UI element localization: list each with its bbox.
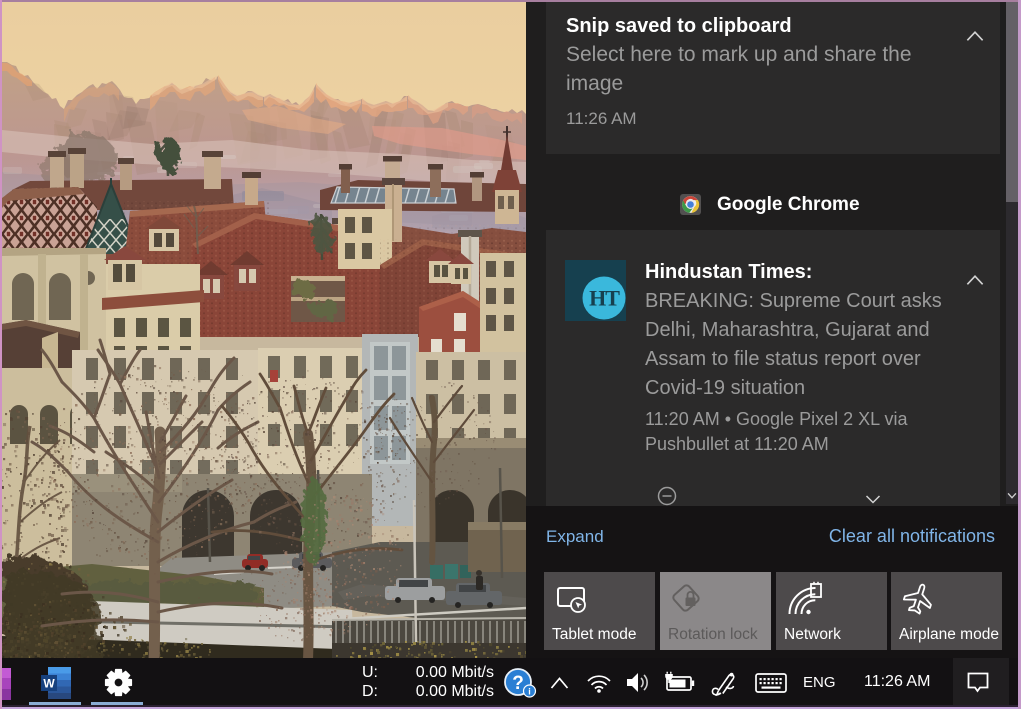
svg-text:i: i [528, 687, 531, 697]
svg-text:W: W [43, 677, 55, 691]
svg-text:?: ? [512, 673, 524, 694]
svg-text:HT: HT [589, 286, 620, 311]
